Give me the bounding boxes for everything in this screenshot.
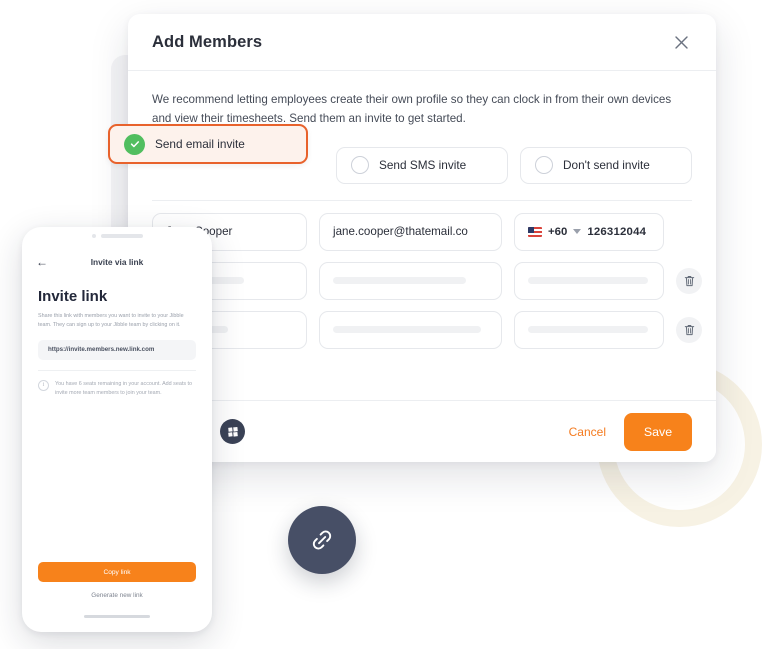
member-email-input[interactable]: jane.cooper@thatemail.co bbox=[319, 212, 502, 251]
check-circle-icon bbox=[124, 133, 145, 155]
member-email-input[interactable] bbox=[319, 310, 502, 349]
phone-number-value: 126312044 bbox=[587, 225, 647, 238]
divider bbox=[38, 369, 196, 371]
copy-link-button[interactable]: Copy link bbox=[38, 562, 196, 582]
placeholder-bar bbox=[333, 326, 481, 334]
member-row bbox=[152, 261, 702, 300]
member-phone-input[interactable] bbox=[514, 261, 664, 300]
seats-info-text: You have 6 seats remaining in your accou… bbox=[55, 380, 193, 396]
speaker-bar-icon bbox=[100, 234, 143, 238]
members-form: Jane Cooper jane.cooper@thatemail.co +60… bbox=[128, 201, 716, 349]
generate-new-link-button[interactable]: Generate new link bbox=[38, 592, 196, 599]
radio-empty-icon bbox=[351, 156, 369, 175]
cancel-button[interactable]: Cancel bbox=[569, 425, 606, 439]
member-row: Jane Cooper jane.cooper@thatemail.co +60… bbox=[152, 212, 692, 251]
add-members-dialog: Add Members We recommend letting employe… bbox=[128, 14, 716, 462]
camera-dot-icon bbox=[91, 234, 96, 238]
member-email-input[interactable] bbox=[319, 261, 502, 300]
phone-actions: Copy link Generate new link bbox=[38, 561, 196, 618]
page-title: Add Members bbox=[152, 32, 263, 51]
screen: Add Members We recommend letting employe… bbox=[0, 0, 768, 649]
invite-option-email[interactable]: Send email invite bbox=[108, 124, 308, 164]
delete-row-button[interactable] bbox=[676, 267, 702, 294]
chevron-down-icon[interactable] bbox=[573, 229, 582, 235]
phone-description: Share this link with members you want to… bbox=[38, 313, 184, 329]
invite-option-label: Send email invite bbox=[155, 137, 245, 151]
close-icon[interactable] bbox=[670, 31, 692, 53]
phone-heading: Invite link bbox=[38, 288, 108, 305]
dialog-footer: CSV G Cancel Save bbox=[128, 400, 716, 462]
country-code-value: +60 bbox=[548, 225, 568, 238]
phone-nav-bar: ← Invite via link bbox=[22, 245, 212, 277]
invite-option-no-invite[interactable]: Don't send invite bbox=[520, 146, 692, 184]
radio-empty-icon bbox=[535, 156, 553, 175]
phone-nav-title: Invite via link bbox=[90, 257, 144, 267]
placeholder-bar bbox=[528, 277, 648, 285]
invite-url-field[interactable]: https://invite.members.new.link.com bbox=[38, 339, 196, 360]
seats-info: i You have 6 seats remaining in your acc… bbox=[38, 379, 196, 399]
info-icon: i bbox=[38, 379, 49, 391]
invite-option-label: Don't send invite bbox=[563, 158, 650, 173]
member-phone-input[interactable]: +60 126312044 bbox=[514, 212, 664, 251]
phone-content: Invite link Share this link with members… bbox=[22, 277, 212, 398]
windows-icon[interactable] bbox=[220, 419, 245, 444]
member-phone-input[interactable] bbox=[514, 310, 664, 349]
delete-row-button[interactable] bbox=[676, 316, 702, 343]
flag-icon bbox=[528, 226, 542, 237]
home-indicator bbox=[84, 615, 150, 618]
placeholder-bar bbox=[333, 277, 466, 285]
invite-option-sms[interactable]: Send SMS invite bbox=[336, 146, 508, 184]
invite-url-value: https://invite.members.new.link.com bbox=[48, 346, 155, 354]
placeholder-bar bbox=[528, 326, 648, 334]
footer-actions: Cancel Save bbox=[569, 412, 692, 451]
link-icon bbox=[288, 506, 356, 574]
invite-option-label: Send SMS invite bbox=[379, 158, 467, 173]
phone-status-bar bbox=[22, 227, 212, 245]
save-button[interactable]: Save bbox=[624, 412, 692, 451]
dialog-header: Add Members bbox=[128, 14, 716, 71]
member-email-value: jane.cooper@thatemail.co bbox=[333, 225, 468, 239]
member-row bbox=[152, 310, 702, 349]
phone-mockup: ← Invite via link Invite link Share this… bbox=[22, 227, 212, 632]
